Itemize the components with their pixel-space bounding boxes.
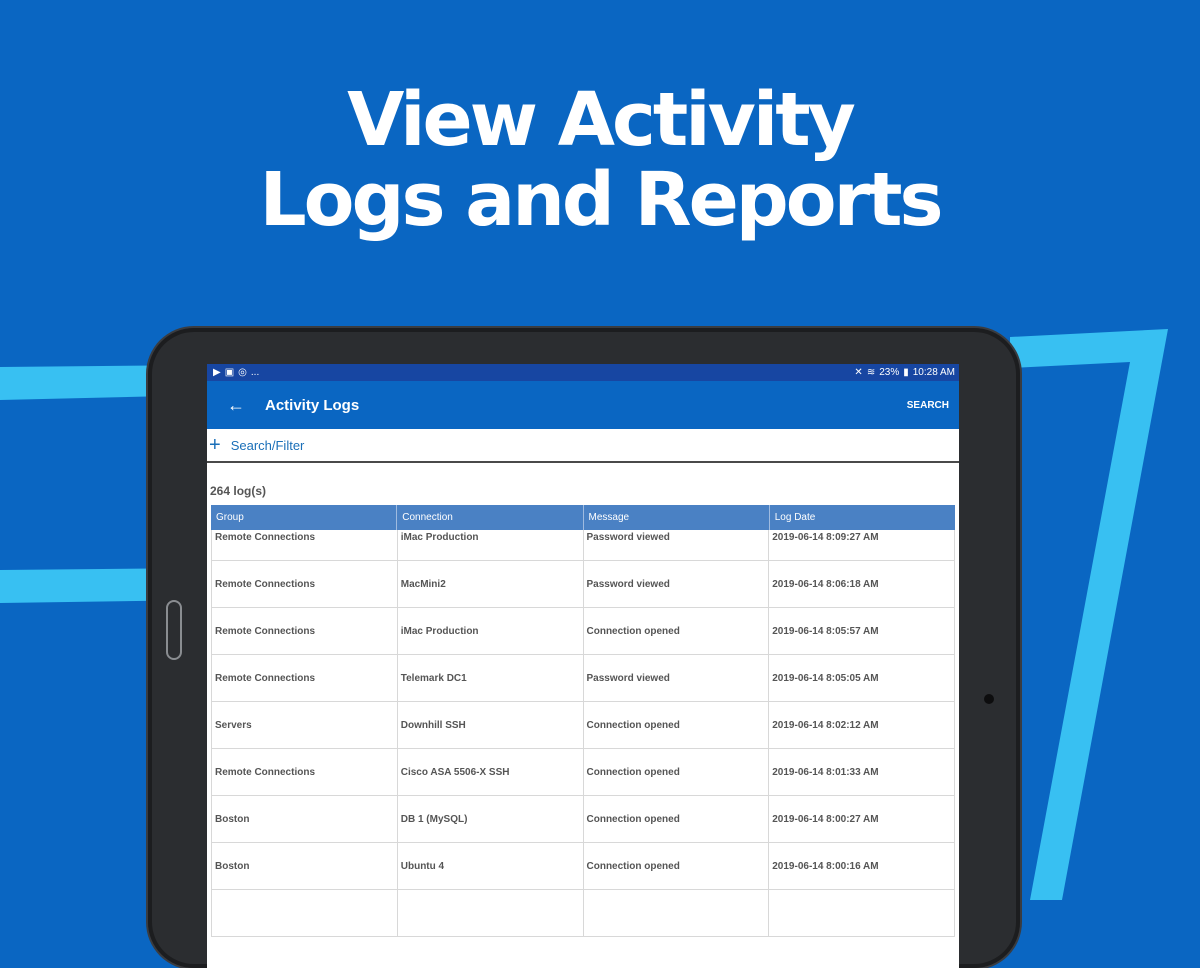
cell-message bbox=[584, 890, 770, 936]
headline: View Activity Logs and Reports bbox=[0, 80, 1200, 240]
cell-message: Password viewed bbox=[584, 530, 770, 560]
cell-group: Remote Connections bbox=[212, 608, 398, 654]
cell-message: Password viewed bbox=[584, 561, 770, 607]
sync-icon: ◎ bbox=[238, 366, 247, 378]
app-bar: ← Activity Logs SEARCH bbox=[207, 381, 959, 429]
cell-connection bbox=[398, 890, 584, 936]
image-icon: ▣ bbox=[224, 366, 235, 378]
cell-connection: Telemark DC1 bbox=[398, 655, 584, 701]
page-title: Activity Logs bbox=[265, 396, 360, 414]
cell-group bbox=[212, 890, 398, 936]
table-row[interactable] bbox=[211, 890, 955, 937]
cell-log-date: 2019-06-14 8:00:27 AM bbox=[772, 813, 879, 825]
cell-log-date bbox=[769, 890, 954, 936]
cell-message: Password viewed bbox=[584, 655, 770, 701]
battery-percent: 23% bbox=[879, 367, 900, 378]
cell-connection: iMac Production bbox=[398, 530, 584, 560]
cell-log-date: 2019-06-14 8:05:57 AM bbox=[772, 625, 879, 637]
cell-connection: Downhill SSH bbox=[398, 702, 584, 748]
table-row[interactable]: Remote Connections Telemark DC1 Password v… bbox=[211, 655, 955, 702]
tablet-frame: ▶ ▣ ◎ ... ✕ ≋ 23% ▮ 10:28 AM ← Activity … bbox=[148, 328, 1020, 968]
cell-connection: DB 1 (MySQL) bbox=[398, 796, 584, 842]
battery-icon: ▮ bbox=[903, 366, 909, 378]
cell-log-date: 2019-06-14 8:09:27 AM bbox=[772, 532, 879, 543]
cell-log-date: 2019-06-14 8:01:33 AM bbox=[772, 766, 879, 778]
cell-group: Remote Connections bbox=[212, 561, 398, 607]
cell-message: Connection opened bbox=[584, 749, 770, 795]
cell-message: Connection opened bbox=[584, 843, 770, 889]
camera-lens bbox=[984, 694, 994, 704]
cell-group: Remote Connections bbox=[212, 749, 398, 795]
search-filter-label: Search/Filter bbox=[230, 437, 305, 453]
cell-message: Connection opened bbox=[584, 702, 770, 748]
cell-connection: iMac Production bbox=[398, 608, 584, 654]
log-count: 264 log(s) bbox=[210, 484, 267, 498]
table-row[interactable]: Remote Connections iMac Production Connect… bbox=[211, 608, 955, 655]
table-row[interactable]: Boston Ubuntu 4 Connection opened 2019-06-1… bbox=[211, 843, 955, 890]
status-bar: ▶ ▣ ◎ ... ✕ ≋ 23% ▮ 10:28 AM bbox=[207, 364, 959, 381]
cell-message: Connection opened bbox=[584, 608, 770, 654]
headline-line-1: View Activity bbox=[347, 77, 856, 163]
column-header-log-date[interactable]: Log Date bbox=[770, 505, 955, 530]
search-button[interactable]: SEARCH bbox=[907, 400, 949, 411]
cell-connection: Ubuntu 4 bbox=[398, 843, 584, 889]
wifi-icon: ≋ bbox=[866, 366, 876, 378]
column-header-message[interactable]: Message bbox=[584, 505, 770, 530]
table-row[interactable]: Remote Connections Cisco ASA 5506-X SSH Co… bbox=[211, 749, 955, 796]
cell-log-date: 2019-06-14 8:05:05 AM bbox=[772, 672, 879, 684]
table-row[interactable]: Remote Connections iMac Production Passwor… bbox=[211, 530, 955, 561]
cell-group: Boston bbox=[212, 843, 398, 889]
headline-line-2: Logs and Reports bbox=[259, 157, 943, 243]
status-more: ... bbox=[250, 367, 260, 378]
table-body: Remote Connections iMac Production Passwor… bbox=[211, 530, 955, 937]
status-time: 10:28 AM bbox=[912, 367, 955, 378]
cell-log-date: 2019-06-14 8:00:16 AM bbox=[772, 860, 879, 872]
cell-log-date: 2019-06-14 8:06:18 AM bbox=[772, 578, 879, 590]
cell-group: Remote Connections bbox=[212, 655, 398, 701]
cell-group: Servers bbox=[212, 702, 398, 748]
column-header-group[interactable]: Group bbox=[211, 505, 398, 530]
cell-message: Connection opened bbox=[584, 796, 770, 842]
play-store-icon: ▶ bbox=[213, 366, 221, 378]
cell-connection: Cisco ASA 5506-X SSH bbox=[398, 749, 584, 795]
home-button[interactable] bbox=[166, 600, 182, 660]
table-header: Group Connection Message Log Date bbox=[211, 505, 955, 530]
column-header-connection[interactable]: Connection bbox=[397, 505, 584, 530]
cell-group: Boston bbox=[212, 796, 398, 842]
table-row[interactable]: Servers Downhill SSH Connection opened 2019… bbox=[211, 702, 955, 749]
cell-connection: MacMini2 bbox=[398, 561, 584, 607]
table-row[interactable]: Boston DB 1 (MySQL) Connection opened 2019-… bbox=[211, 796, 955, 843]
search-filter-toggle[interactable]: + Search/Filter bbox=[207, 429, 959, 463]
plus-icon: + bbox=[209, 434, 221, 456]
tablet-screen: ▶ ▣ ◎ ... ✕ ≋ 23% ▮ 10:28 AM ← Activity … bbox=[207, 364, 959, 968]
table-row[interactable]: Remote Connections MacMini2 Password viewe… bbox=[211, 561, 955, 608]
mute-icon: ✕ bbox=[854, 366, 863, 378]
activity-log-table: Group Connection Message Log Date Remote… bbox=[211, 505, 955, 937]
cell-group: Remote Connections bbox=[212, 530, 398, 560]
cell-log-date: 2019-06-14 8:02:12 AM bbox=[772, 719, 879, 731]
back-arrow-icon[interactable]: ← bbox=[227, 395, 249, 416]
